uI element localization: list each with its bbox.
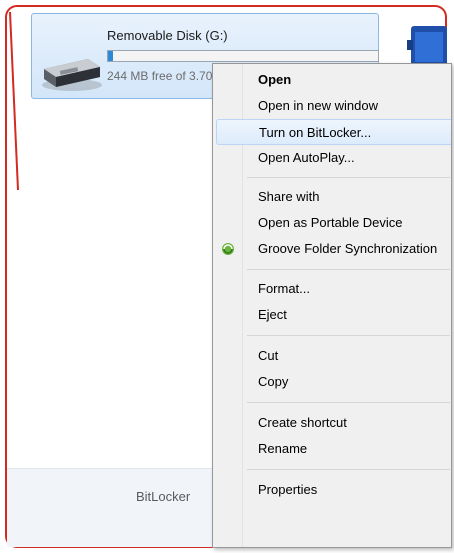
drive-capacity-bar	[107, 50, 379, 62]
context-menu: Open Open in new window Turn on BitLocke…	[212, 63, 452, 548]
menu-separator	[247, 177, 450, 178]
groove-sync-icon	[222, 243, 234, 255]
menu-item-label: Create shortcut	[258, 415, 347, 430]
menu-item-label: Share with	[258, 189, 320, 204]
menu-item-properties[interactable]: Properties	[216, 477, 451, 503]
menu-item-create-shortcut[interactable]: Create shortcut	[216, 410, 451, 436]
menu-item-label: Open as Portable Device	[258, 215, 403, 230]
menu-item-label: Open in new window	[258, 98, 378, 113]
drive-capacity-fill	[108, 51, 114, 61]
usb-disk-icon	[42, 59, 102, 91]
menu-item-groove[interactable]: Groove Folder Synchronization	[216, 236, 451, 262]
menu-separator	[247, 335, 450, 336]
menu-separator	[247, 469, 450, 470]
menu-item-copy[interactable]: Copy	[216, 369, 451, 395]
menu-separator	[247, 269, 450, 270]
menu-item-open-new-window[interactable]: Open in new window	[216, 93, 451, 119]
menu-item-label: Open AutoPlay...	[258, 150, 355, 165]
menu-item-label: Eject	[258, 307, 287, 322]
menu-item-share-with[interactable]: Share with	[216, 184, 451, 210]
menu-item-label: Groove Folder Synchronization	[258, 241, 438, 256]
menu-item-label: Open	[258, 72, 292, 87]
menu-item-eject[interactable]: Eject	[216, 302, 451, 328]
menu-item-label: Turn on BitLocker...	[259, 125, 372, 140]
menu-item-label: Cut	[258, 348, 279, 363]
menu-item-label: Rename	[258, 441, 308, 456]
menu-item-label: Properties	[258, 482, 318, 497]
menu-item-cut[interactable]: Cut	[216, 343, 451, 369]
menu-item-open-autoplay[interactable]: Open AutoPlay...	[216, 145, 451, 171]
menu-item-rename[interactable]: Rename	[216, 436, 451, 462]
menu-item-open-portable[interactable]: Open as Portable Device	[216, 210, 451, 236]
menu-item-label: Format...	[258, 281, 311, 296]
menu-separator	[247, 402, 450, 403]
drive-name-label: Removable Disk (G:)	[107, 28, 228, 43]
menu-item-label: Copy	[258, 374, 289, 389]
menu-item-format[interactable]: Format...	[216, 276, 451, 302]
details-pane-text: BitLocker	[136, 489, 191, 504]
menu-item-open[interactable]: Open	[216, 67, 451, 93]
menu-item-turn-on-bitlocker[interactable]: Turn on BitLocker...	[216, 119, 451, 145]
